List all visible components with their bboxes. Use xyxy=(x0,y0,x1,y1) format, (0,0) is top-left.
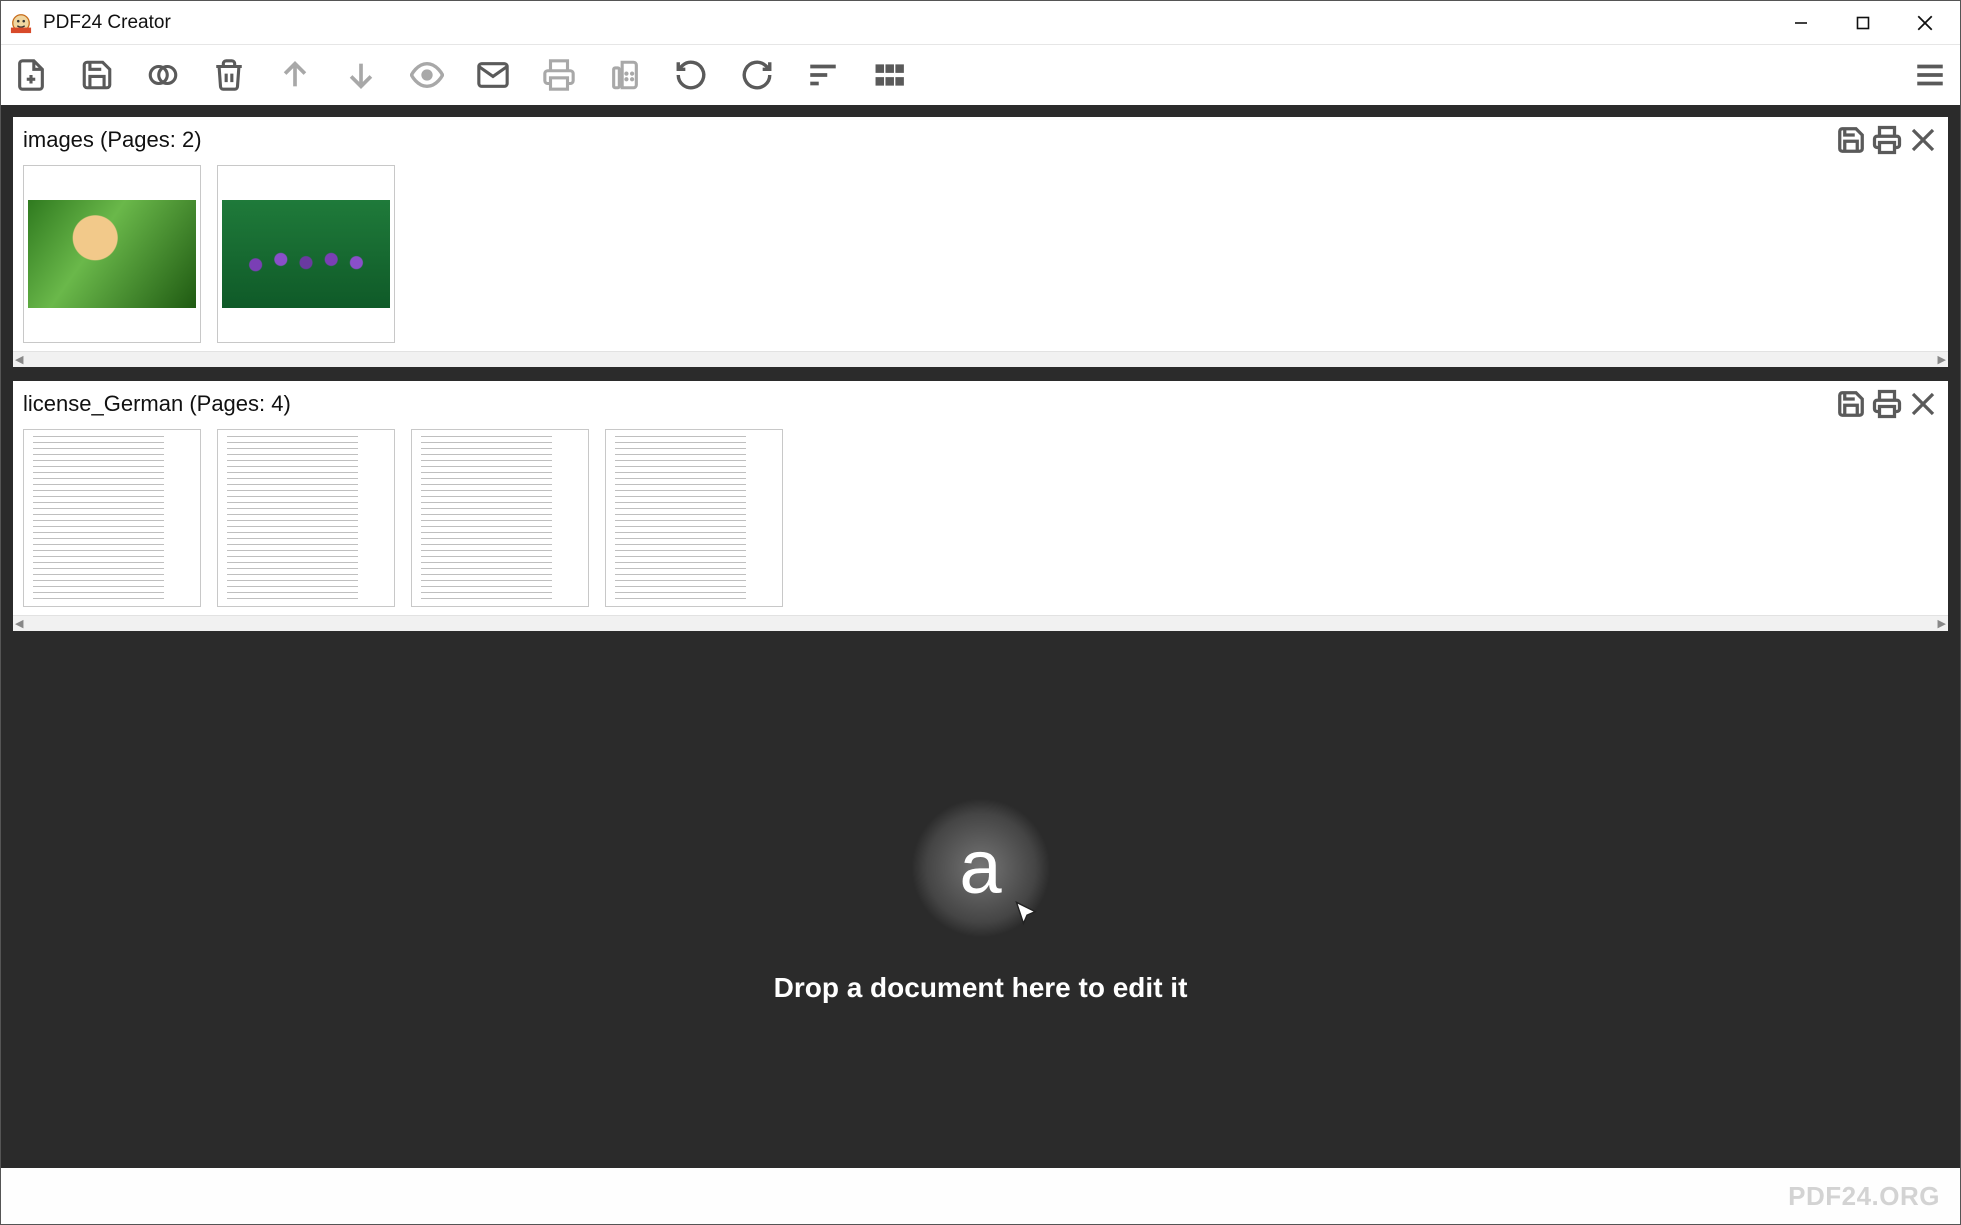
workspace: images (Pages: 2) ◀ ▶ xyxy=(1,105,1960,1168)
preview-button[interactable] xyxy=(407,55,447,95)
doc-save-button[interactable] xyxy=(1834,387,1868,421)
page-thumb[interactable] xyxy=(411,429,589,607)
page-image xyxy=(224,436,388,600)
doc-save-button[interactable] xyxy=(1834,123,1868,157)
document-thumbs xyxy=(13,159,1948,351)
page-image xyxy=(612,436,776,600)
document-actions xyxy=(1834,123,1940,157)
maximize-button[interactable] xyxy=(1832,3,1894,43)
page-image xyxy=(28,200,196,308)
document-title: license_German (Pages: 4) xyxy=(23,391,291,417)
scroll-right-icon[interactable]: ▶ xyxy=(1938,353,1946,366)
document-name: images xyxy=(23,127,94,152)
document-thumbs xyxy=(13,423,1948,615)
titlebar: PDF24 Creator xyxy=(1,1,1960,45)
document-header: images (Pages: 2) xyxy=(13,117,1948,159)
footer-brand: PDF24.ORG xyxy=(1788,1181,1940,1212)
sort-button[interactable] xyxy=(803,55,843,95)
doc-print-button[interactable] xyxy=(1870,123,1904,157)
document-panel-license-german: license_German (Pages: 4) xyxy=(13,381,1948,631)
page-image xyxy=(222,200,390,308)
page-thumb[interactable] xyxy=(605,429,783,607)
scroll-left-icon[interactable]: ◀ xyxy=(15,617,23,630)
app-icon xyxy=(9,11,33,35)
drop-zone-text: Drop a document here to edit it xyxy=(774,972,1188,1004)
rotate-left-button[interactable] xyxy=(671,55,711,95)
minimize-button[interactable] xyxy=(1770,3,1832,43)
fax-button[interactable] xyxy=(605,55,645,95)
cursor-icon xyxy=(1013,900,1041,928)
page-image xyxy=(30,436,194,600)
document-panel-images: images (Pages: 2) ◀ ▶ xyxy=(13,117,1948,367)
add-file-button[interactable] xyxy=(11,55,51,95)
save-button[interactable] xyxy=(77,55,117,95)
document-name: license_German xyxy=(23,391,183,416)
drop-zone[interactable]: a Drop a document here to edit it xyxy=(13,645,1948,1156)
document-pages-label: (Pages: 2) xyxy=(100,127,202,152)
close-button[interactable] xyxy=(1894,3,1956,43)
grid-view-button[interactable] xyxy=(869,55,909,95)
window-controls xyxy=(1770,3,1956,43)
doc-close-button[interactable] xyxy=(1906,387,1940,421)
document-pages-label: (Pages: 4) xyxy=(189,391,291,416)
page-thumb[interactable] xyxy=(217,429,395,607)
footer: PDF24.ORG xyxy=(1,1168,1960,1224)
toolbar xyxy=(1,45,1960,105)
document-title: images (Pages: 2) xyxy=(23,127,202,153)
menu-button[interactable] xyxy=(1910,55,1950,95)
email-button[interactable] xyxy=(473,55,513,95)
page-thumb[interactable] xyxy=(23,429,201,607)
rotate-right-button[interactable] xyxy=(737,55,777,95)
horizontal-scrollbar[interactable]: ◀ ▶ xyxy=(13,351,1948,367)
drop-zone-icon: a xyxy=(911,798,1051,938)
page-thumb[interactable] xyxy=(217,165,395,343)
print-button[interactable] xyxy=(539,55,579,95)
horizontal-scrollbar[interactable]: ◀ ▶ xyxy=(13,615,1948,631)
document-actions xyxy=(1834,387,1940,421)
delete-button[interactable] xyxy=(209,55,249,95)
page-thumb[interactable] xyxy=(23,165,201,343)
window-title: PDF24 Creator xyxy=(43,12,171,34)
doc-print-button[interactable] xyxy=(1870,387,1904,421)
merge-button[interactable] xyxy=(143,55,183,95)
document-header: license_German (Pages: 4) xyxy=(13,381,1948,423)
move-down-button[interactable] xyxy=(341,55,381,95)
page-image xyxy=(418,436,582,600)
scroll-left-icon[interactable]: ◀ xyxy=(15,353,23,366)
scroll-right-icon[interactable]: ▶ xyxy=(1938,617,1946,630)
drop-glyph-icon: a xyxy=(959,824,1001,911)
doc-close-button[interactable] xyxy=(1906,123,1940,157)
move-up-button[interactable] xyxy=(275,55,315,95)
